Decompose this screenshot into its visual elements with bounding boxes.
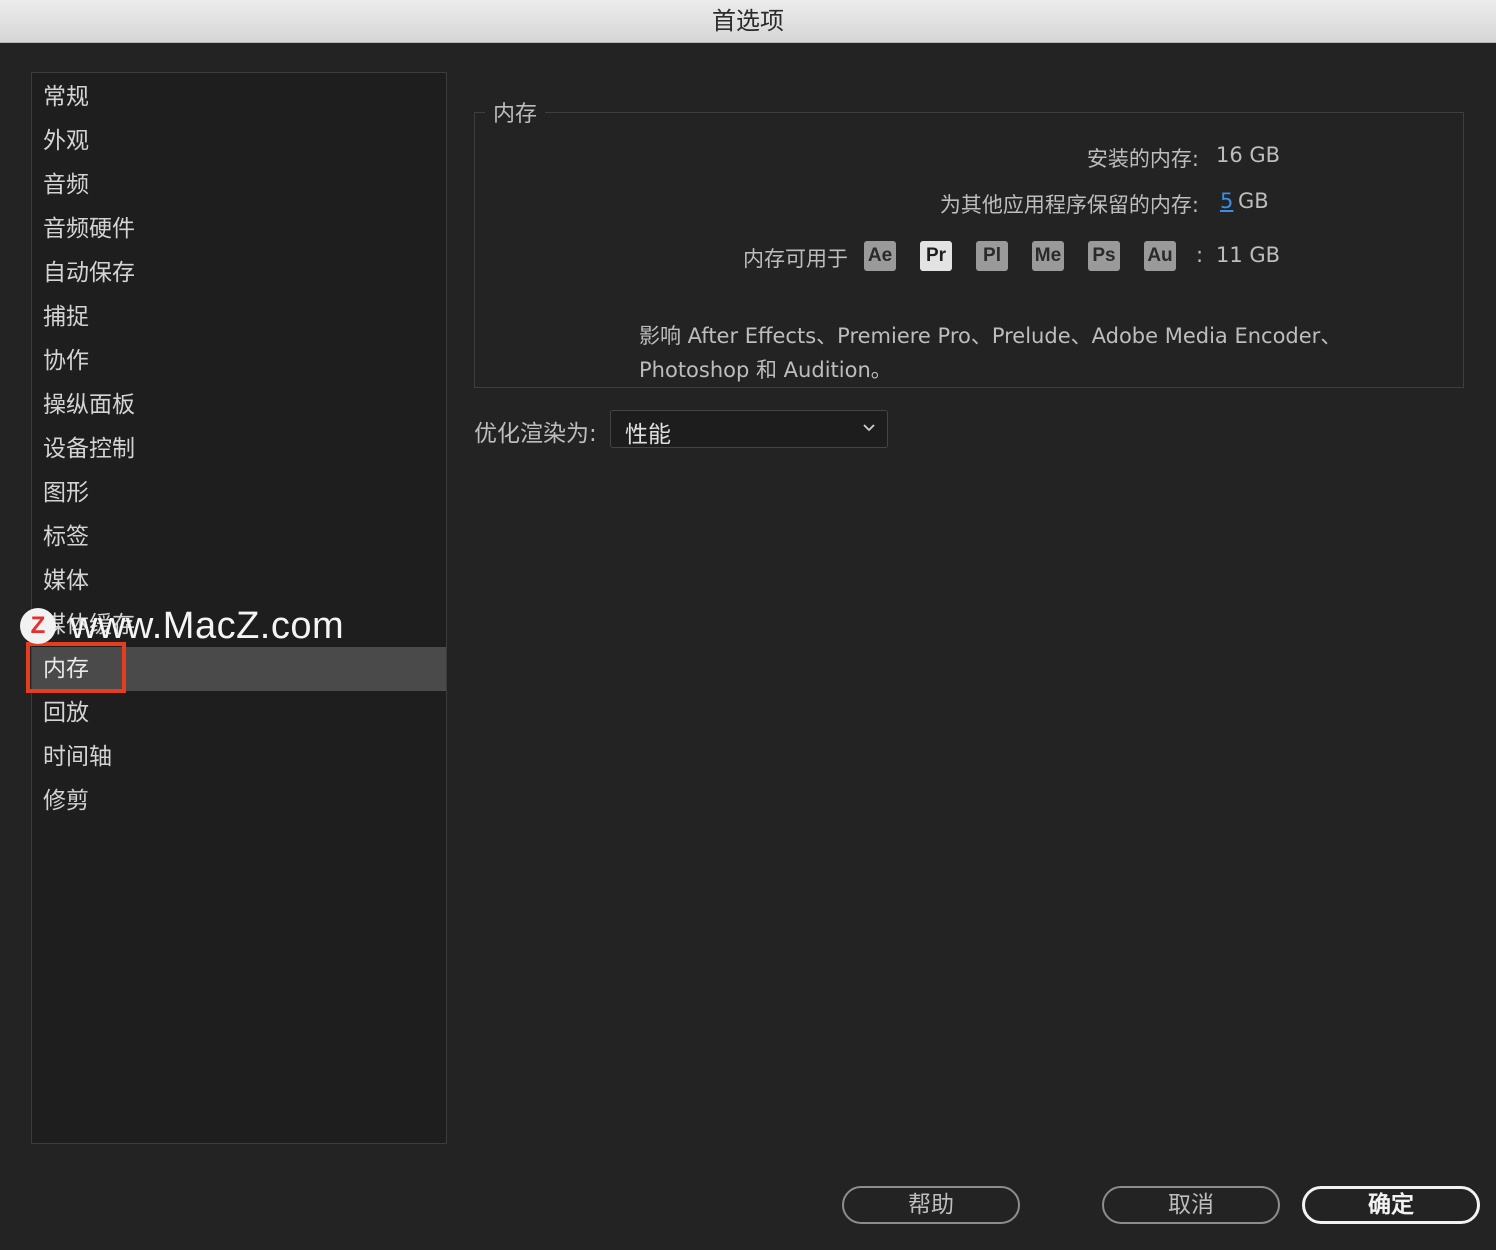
sidebar-item-audio[interactable]: 音频: [32, 163, 446, 207]
sidebar-item-media-cache[interactable]: 媒体缓存: [32, 603, 446, 647]
sidebar-item-collaboration[interactable]: 协作: [32, 339, 446, 383]
available-memory-value: 11 GB: [1216, 243, 1281, 267]
memory-group-title: 内存: [485, 96, 546, 128]
sidebar-list: 常规 外观 音频 音频硬件 自动保存 捕捉 协作 操纵面板 设备控制 图形 标签…: [32, 75, 446, 823]
sidebar-item-memory[interactable]: 内存: [32, 647, 446, 691]
sidebar-item-labels[interactable]: 标签: [32, 515, 446, 559]
sidebar-item-capture[interactable]: 捕捉: [32, 295, 446, 339]
reserved-memory-label: 为其他应用程序保留的内存:: [939, 193, 1199, 217]
media-encoder-badge-icon: Me: [1032, 241, 1064, 271]
prelude-badge-icon: Pl: [976, 241, 1008, 271]
photoshop-badge-icon: Ps: [1088, 241, 1120, 271]
memory-group: 内存 安装的内存: 16 GB 为其他应用程序保留的内存: 5 GB 内存可用于…: [474, 96, 1464, 388]
sidebar-item-playback[interactable]: 回放: [32, 691, 446, 735]
installed-memory-label: 安装的内存:: [1086, 147, 1199, 171]
available-memory-colon: :: [1196, 243, 1204, 267]
optimize-rendering-value: 性能: [625, 422, 671, 448]
preferences-window: 首选项 常规 外观 音频 音频硬件 自动保存 捕捉 协作 操纵面板 设备控制 图…: [0, 0, 1496, 1250]
memory-description-line1: 影响 After Effects、Premiere Pro、Prelude、Ad…: [639, 324, 1342, 348]
cancel-button[interactable]: 取消: [1102, 1186, 1280, 1224]
reserved-memory-unit: GB: [1238, 189, 1269, 213]
sidebar-item-timeline[interactable]: 时间轴: [32, 735, 446, 779]
help-button[interactable]: 帮助: [842, 1186, 1020, 1224]
reserved-memory-value[interactable]: 5: [1220, 189, 1233, 213]
sidebar: 常规 外观 音频 音频硬件 自动保存 捕捉 协作 操纵面板 设备控制 图形 标签…: [31, 72, 447, 1144]
sidebar-item-appearance[interactable]: 外观: [32, 119, 446, 163]
ok-button[interactable]: 确定: [1302, 1186, 1480, 1224]
premiere-pro-badge-icon: Pr: [920, 241, 952, 271]
optimize-rendering-select[interactable]: 性能: [610, 410, 888, 448]
memory-description-line2: Photoshop 和 Audition。: [639, 358, 892, 382]
after-effects-badge-icon: Ae: [864, 241, 896, 271]
sidebar-item-control-surface[interactable]: 操纵面板: [32, 383, 446, 427]
available-memory-label: 内存可用于: [743, 247, 848, 271]
sidebar-item-trim[interactable]: 修剪: [32, 779, 446, 823]
audition-badge-icon: Au: [1144, 241, 1176, 271]
memory-description: 影响 After Effects、Premiere Pro、Prelude、Ad…: [639, 319, 1399, 387]
installed-memory-value: 16 GB: [1216, 143, 1281, 167]
optimize-rendering-label: 优化渲染为:: [474, 421, 597, 447]
sidebar-item-media[interactable]: 媒体: [32, 559, 446, 603]
window-title: 首选项: [0, 0, 1496, 43]
sidebar-item-device-control[interactable]: 设备控制: [32, 427, 446, 471]
sidebar-item-general[interactable]: 常规: [32, 75, 446, 119]
sidebar-item-graphics[interactable]: 图形: [32, 471, 446, 515]
sidebar-item-audio-hardware[interactable]: 音频硬件: [32, 207, 446, 251]
sidebar-item-auto-save[interactable]: 自动保存: [32, 251, 446, 295]
chevron-down-icon: [863, 424, 875, 432]
